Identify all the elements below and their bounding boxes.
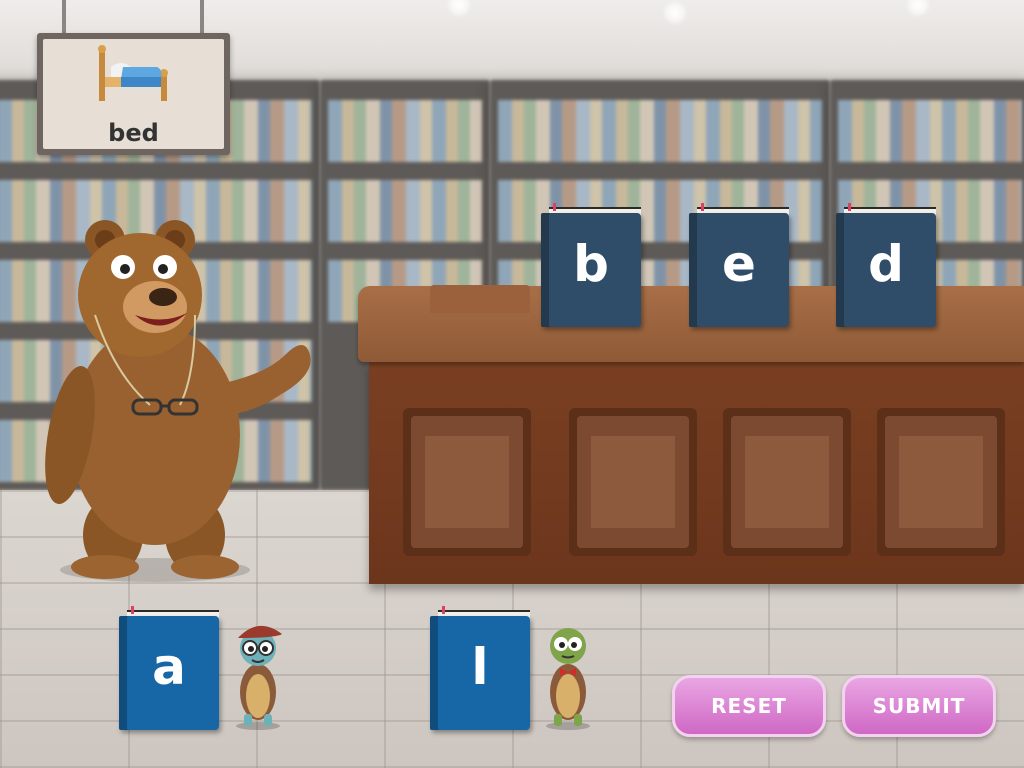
bed-icon (98, 45, 168, 101)
book-letter: a (152, 638, 186, 696)
book-letter: l (471, 638, 489, 696)
girl-turtle (236, 625, 282, 730)
answer-slot-book[interactable]: d (836, 203, 936, 327)
library-desk (369, 362, 1024, 584)
word-sign: bed (37, 33, 230, 155)
letter-book-a[interactable]: a (119, 606, 219, 730)
sign-word: bed (108, 119, 159, 147)
answer-slot-book[interactable]: b (541, 203, 641, 327)
reset-button[interactable]: RESET (672, 675, 826, 737)
slot-letter: e (722, 235, 756, 293)
letter-book-l[interactable]: l (430, 606, 530, 730)
slot-letter: d (868, 235, 904, 293)
slot-letter: b (573, 235, 609, 293)
ceiling-light (662, 0, 688, 26)
answer-slot-book[interactable]: e (689, 203, 789, 327)
bear-librarian (45, 220, 311, 582)
desk-top-step (430, 285, 530, 313)
boy-turtle (546, 628, 590, 730)
submit-button[interactable]: SUBMIT (842, 675, 996, 737)
